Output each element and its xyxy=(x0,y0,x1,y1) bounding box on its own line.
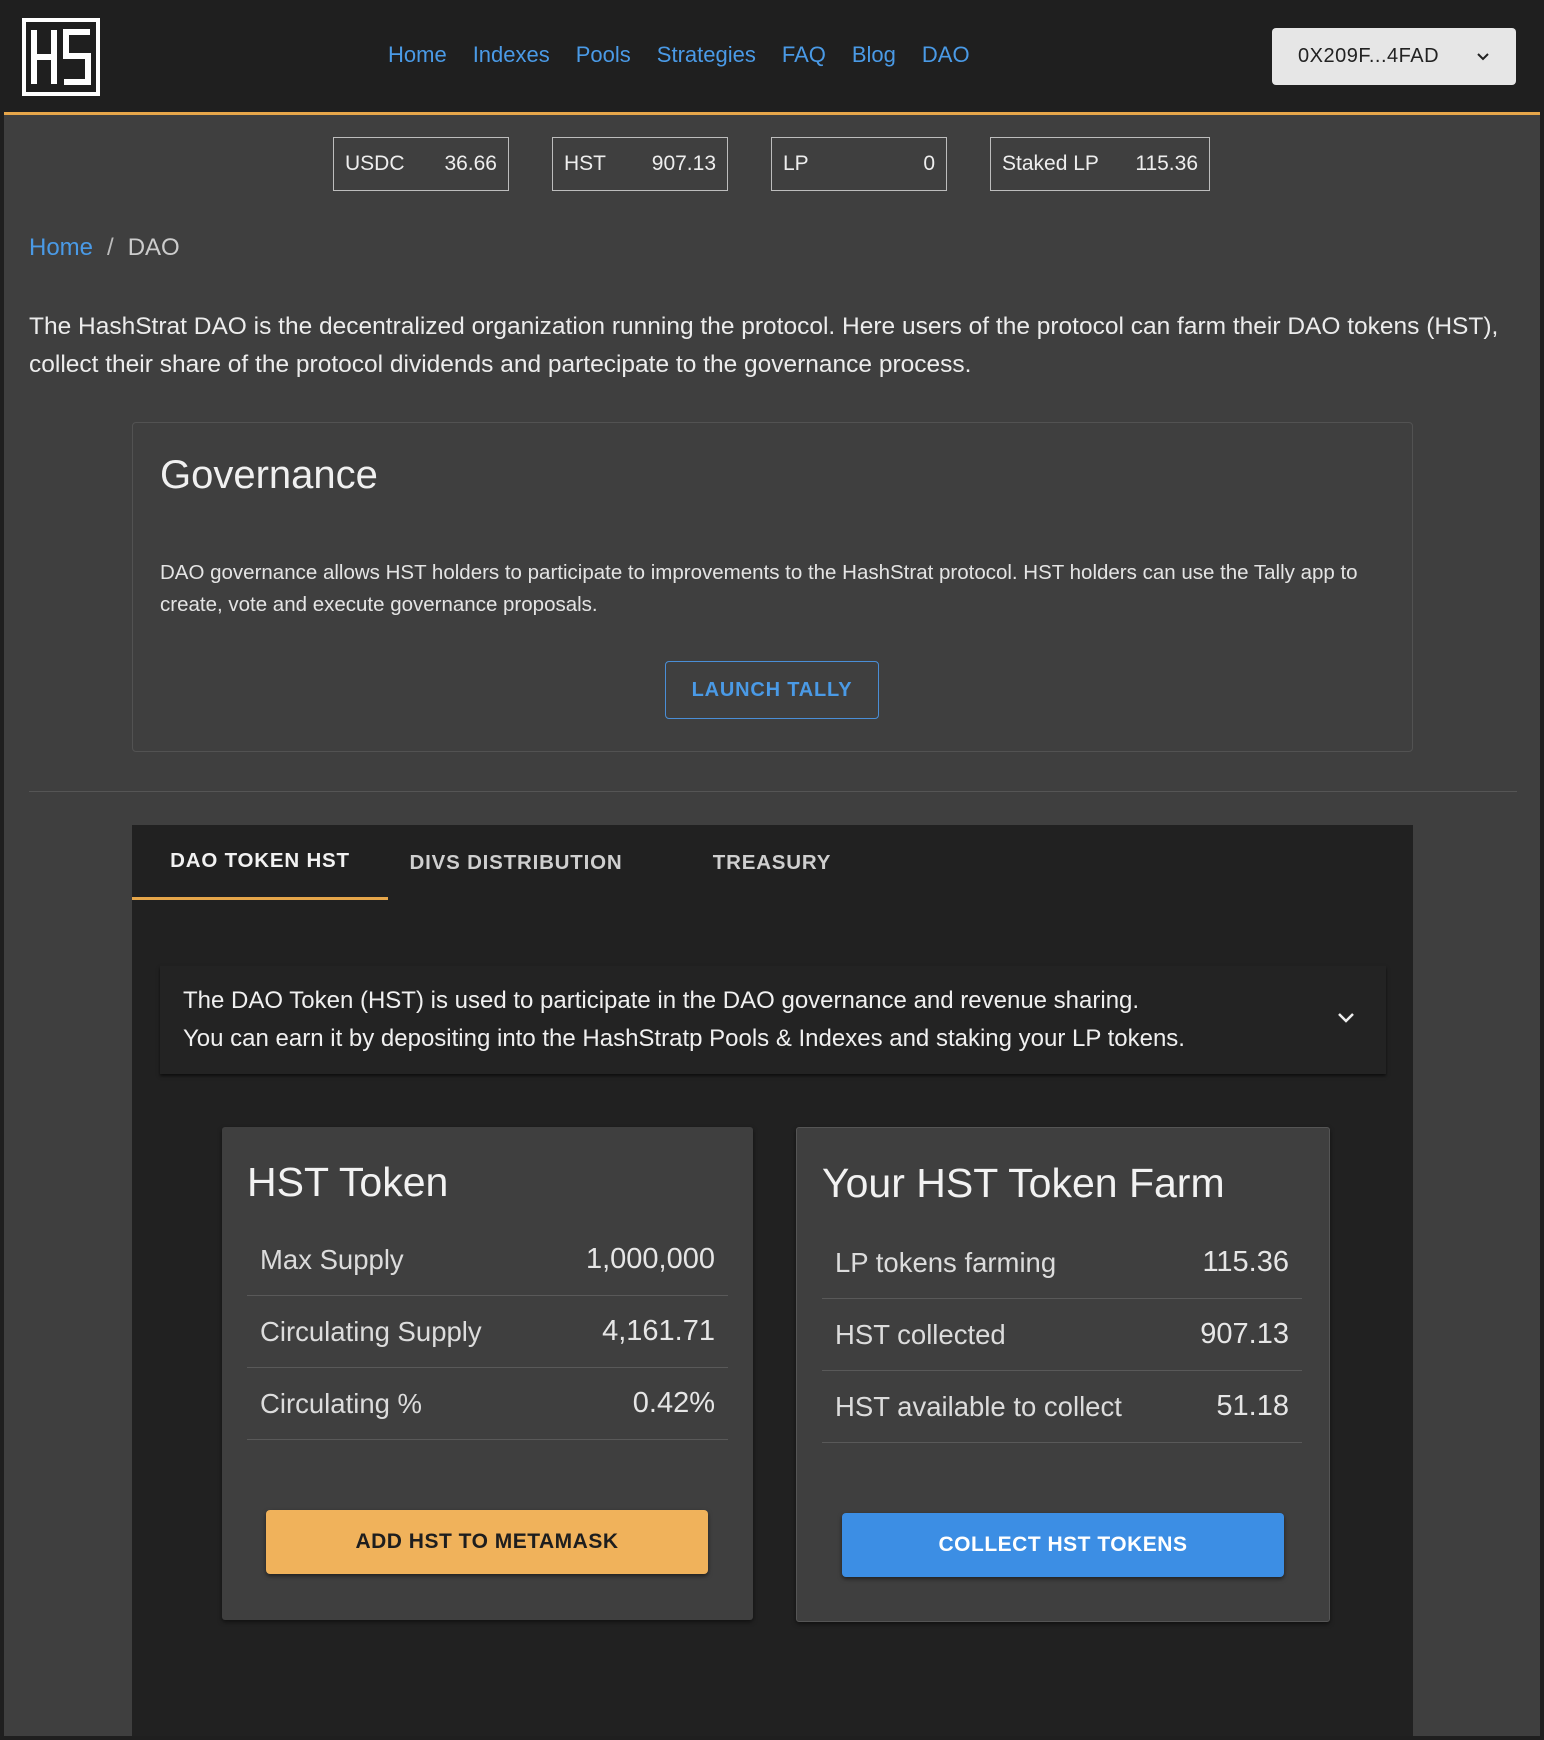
launch-tally-button[interactable]: LAUNCH TALLY xyxy=(665,661,879,719)
nav-home[interactable]: Home xyxy=(388,42,447,68)
governance-text: DAO governance allows HST holders to par… xyxy=(160,561,1358,616)
intro-text: The HashStrat DAO is the decentralized o… xyxy=(29,313,1499,378)
hashstrat-logo[interactable] xyxy=(22,18,100,96)
tab-dao-token-hst[interactable]: DAO TOKEN HST xyxy=(132,825,388,900)
stat-value: 1,000,000 xyxy=(585,1243,715,1275)
hst-farm-title: Your HST Token Farm xyxy=(822,1160,1225,1206)
stat-label: Max Supply xyxy=(260,1243,404,1275)
governance-card: Governance DAO governance allows HST hol… xyxy=(132,422,1413,752)
hst-token-title: HST Token xyxy=(247,1159,449,1205)
nav-dao[interactable]: DAO xyxy=(922,42,970,68)
tab-treasury[interactable]: TREASURY xyxy=(644,825,900,900)
balance-value: 907.13 xyxy=(651,152,716,175)
balance-lp: LP 0 xyxy=(771,137,947,191)
nav-faq[interactable]: FAQ xyxy=(782,42,826,68)
stat-label: HST collected xyxy=(835,1318,1006,1350)
balance-label: LP xyxy=(783,152,809,175)
divider xyxy=(29,791,1517,792)
stat-row: Max Supply 1,000,000 xyxy=(247,1224,728,1296)
accordion-line-1: The DAO Token (HST) is used to participa… xyxy=(183,987,1140,1014)
app-frame: Home Indexes Pools Strategies FAQ Blog D… xyxy=(4,0,1540,1736)
stat-label: Circulating % xyxy=(260,1387,423,1419)
stat-label: LP tokens farming xyxy=(835,1246,1057,1278)
breadcrumb-home[interactable]: Home xyxy=(29,234,93,262)
stat-row: Circulating Supply 4,161.71 xyxy=(247,1296,728,1368)
tab-panel: DAO TOKEN HST DIVS DISTRIBUTION TREASURY… xyxy=(132,825,1413,1736)
hst-token-card: HST Token Max Supply 1,000,000 Circulati… xyxy=(222,1127,753,1620)
chevron-down-icon xyxy=(1338,1013,1354,1023)
stat-row: HST available to collect 51.18 xyxy=(822,1371,1302,1443)
balances-bar: USDC 36.66 HST 907.13 LP 0 Staked LP 115… xyxy=(333,137,1210,191)
stat-row: HST collected 907.13 xyxy=(822,1299,1302,1371)
stat-value: 51.18 xyxy=(1216,1390,1289,1422)
balance-value: 36.66 xyxy=(444,152,497,175)
balance-hst: HST 907.13 xyxy=(552,137,728,191)
stat-row: LP tokens farming 115.36 xyxy=(822,1227,1302,1299)
stat-label: Circulating Supply xyxy=(260,1315,482,1347)
balance-value: 0 xyxy=(923,152,935,175)
wallet-address: 0X209F...4FAD xyxy=(1298,45,1440,67)
breadcrumb-separator: / xyxy=(107,234,114,261)
accordion-line-2: You can earn it by depositing into the H… xyxy=(183,1025,1185,1052)
add-hst-to-metamask-button[interactable]: ADD HST TO METAMASK xyxy=(266,1510,708,1574)
nav-blog[interactable]: Blog xyxy=(852,42,896,68)
balance-label: USDC xyxy=(345,152,405,175)
breadcrumb-current: DAO xyxy=(127,234,180,261)
stat-value: 0.42% xyxy=(632,1387,715,1419)
stat-value: 4,161.71 xyxy=(602,1315,715,1347)
collect-hst-tokens-button[interactable]: COLLECT HST TOKENS xyxy=(842,1513,1284,1577)
chevron-down-icon xyxy=(1477,52,1489,60)
hst-farm-card: Your HST Token Farm LP tokens farming 11… xyxy=(796,1127,1330,1622)
nav-strategies[interactable]: Strategies xyxy=(657,42,756,68)
wallet-button[interactable]: 0X209F...4FAD xyxy=(1272,28,1516,85)
stat-label: HST available to collect xyxy=(835,1390,1122,1422)
balance-label: HST xyxy=(564,152,606,175)
stat-value: 907.13 xyxy=(1200,1318,1289,1350)
nav-indexes[interactable]: Indexes xyxy=(473,42,550,68)
balance-usdc: USDC 36.66 xyxy=(333,137,509,191)
balance-label: Staked LP xyxy=(1002,152,1099,175)
main-nav: Home Indexes Pools Strategies FAQ Blog D… xyxy=(388,42,970,68)
breadcrumb: Home / DAO xyxy=(29,234,180,262)
governance-title: Governance xyxy=(160,453,378,497)
balance-value: 115.36 xyxy=(1135,152,1198,175)
balance-staked-lp: Staked LP 115.36 xyxy=(990,137,1210,191)
stat-row: Circulating % 0.42% xyxy=(247,1368,728,1440)
tab-divs-distribution[interactable]: DIVS DISTRIBUTION xyxy=(388,825,644,900)
top-bar: Home Indexes Pools Strategies FAQ Blog D… xyxy=(4,0,1540,115)
tab-bar: DAO TOKEN HST DIVS DISTRIBUTION TREASURY xyxy=(132,825,1413,900)
stat-value: 115.36 xyxy=(1202,1246,1289,1278)
hst-info-accordion[interactable]: The DAO Token (HST) is used to participa… xyxy=(160,966,1386,1074)
nav-pools[interactable]: Pools xyxy=(576,42,631,68)
